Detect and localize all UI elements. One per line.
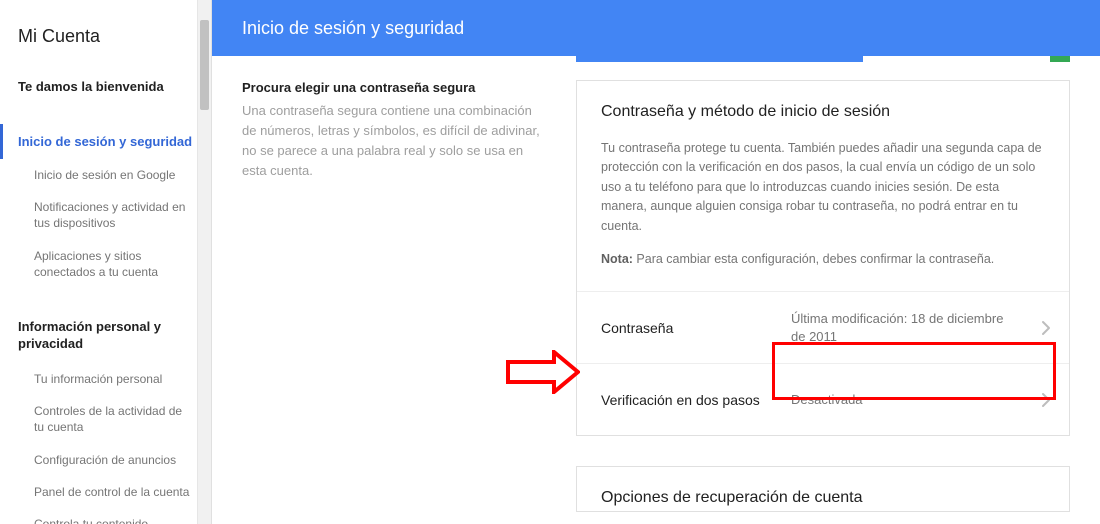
note-text: Para cambiar esta configuración, debes c…: [633, 252, 994, 266]
content-area: Procura elegir una contraseña segura Una…: [212, 56, 1100, 524]
two-step-label: Verificación en dos pasos: [601, 392, 791, 408]
sidebar-sub-dashboard[interactable]: Panel de control de la cuenta: [0, 476, 211, 508]
sidebar-item-personal-info[interactable]: Información personal y privacidad: [0, 308, 211, 363]
cards-column: Contraseña y método de inicio de sesión …: [576, 80, 1070, 524]
sidebar-sub-ad-settings[interactable]: Configuración de anuncios: [0, 444, 211, 476]
sidebar-sub-control-content[interactable]: Controla tu contenido: [0, 508, 211, 524]
sidebar-sub-google-signin[interactable]: Inicio de sesión en Google: [0, 159, 211, 191]
password-label: Contraseña: [601, 320, 791, 336]
page-title: Inicio de sesión y seguridad: [242, 18, 464, 39]
tip-column: Procura elegir una contraseña segura Una…: [242, 80, 542, 524]
chevron-right-icon: [1041, 392, 1051, 408]
sidebar-sub-connected-apps[interactable]: Aplicaciones y sitios conectados a tu cu…: [0, 240, 211, 288]
sidebar-scrollbar-thumb[interactable]: [200, 20, 209, 110]
tip-body: Una contraseña segura contiene una combi…: [242, 101, 542, 182]
sidebar-sub-activity-controls[interactable]: Controles de la actividad de tu cuenta: [0, 395, 211, 443]
note-label: Nota:: [601, 252, 633, 266]
password-row[interactable]: Contraseña Última modificación: 18 de di…: [577, 291, 1069, 363]
tip-title: Procura elegir una contraseña segura: [242, 80, 542, 95]
sidebar-item-security[interactable]: Inicio de sesión y seguridad: [0, 124, 211, 159]
sidebar: Mi Cuenta Te damos la bienvenida Inicio …: [0, 0, 212, 524]
signin-method-card: Contraseña y método de inicio de sesión …: [576, 80, 1070, 436]
chevron-right-icon: [1041, 320, 1051, 336]
two-step-status: Desactivada: [791, 391, 1045, 409]
sidebar-scrollbar[interactable]: [197, 0, 211, 524]
recovery-options-card: Opciones de recuperación de cuenta: [576, 466, 1070, 512]
card-title: Contraseña y método de inicio de sesión: [601, 103, 1045, 121]
card-note: Nota: Para cambiar esta configuración, d…: [601, 250, 1045, 269]
sidebar-sub-notifications[interactable]: Notificaciones y actividad en tus dispos…: [0, 191, 211, 239]
sidebar-item-welcome[interactable]: Te damos la bienvenida: [0, 69, 211, 104]
recovery-card-title: Opciones de recuperación de cuenta: [601, 489, 1045, 507]
two-step-row[interactable]: Verificación en dos pasos Desactivada: [577, 363, 1069, 435]
top-color-fragment: [576, 56, 1070, 62]
card-description: Tu contraseña protege tu cuenta. También…: [601, 139, 1045, 236]
password-last-modified: Última modificación: 18 de diciembre de …: [791, 310, 1045, 346]
page-header: Inicio de sesión y seguridad: [212, 0, 1100, 56]
sidebar-title: Mi Cuenta: [0, 0, 211, 69]
sidebar-sub-your-info[interactable]: Tu información personal: [0, 363, 211, 395]
